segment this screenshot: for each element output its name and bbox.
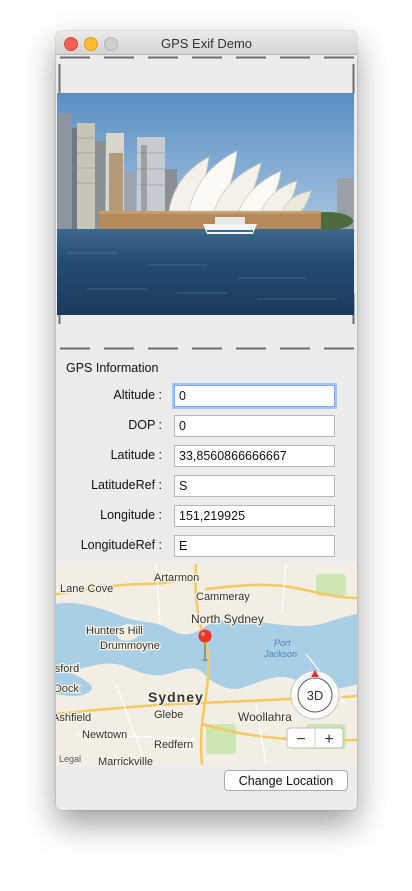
map-label-lane-cove: Lane Cove	[60, 583, 113, 595]
title-bar: GPS Exif Demo	[56, 31, 357, 55]
field-row-altitude: Altitude :	[56, 385, 357, 407]
dop-field[interactable]	[174, 415, 335, 437]
window-title: GPS Exif Demo	[160, 36, 253, 51]
field-row-dop: DOP :	[56, 415, 357, 437]
map-label-woollahra: Woollahra	[238, 710, 292, 724]
zoom-in-button[interactable]: +	[324, 731, 333, 748]
map-label-north-sydney: North Sydney	[191, 612, 264, 626]
latitude-field[interactable]	[174, 445, 335, 467]
svg-text:3D: 3D	[307, 688, 324, 703]
map-label-jackson: Jackson	[263, 649, 297, 659]
longituderef-label: LongitudeRef :	[80, 538, 162, 552]
change-location-button[interactable]: Change Location	[224, 770, 348, 791]
zoom-out-button[interactable]: −	[296, 731, 305, 748]
compass-3d-button[interactable]: 3D	[290, 670, 340, 720]
field-row-latituderef: LatitudeRef :	[56, 475, 357, 497]
altitude-field[interactable]	[174, 385, 335, 407]
map-label-sydney: Sydney	[148, 689, 204, 705]
app-window: GPS Exif Demo GPS Information Altitude:…	[56, 31, 357, 810]
sydney-opera-house-photo	[57, 93, 354, 315]
map-label-ashfield: Ashfield	[56, 712, 91, 724]
map-label-port: Port	[274, 638, 291, 648]
map-label-drummoyne: Drummoyne	[100, 640, 160, 652]
map-label-glebe: Glebe	[154, 709, 183, 721]
longitude-label: Longitude :	[100, 508, 162, 522]
map-label-marrickville: Marrickville	[98, 756, 153, 765]
map-label-artarmon: Artarmon	[154, 572, 199, 584]
longituderef-field[interactable]	[174, 535, 335, 557]
altitude-label: Altitude :	[113, 388, 162, 402]
map-label-abbotsford: Abbotsford	[56, 663, 79, 675]
latituderef-label: LatitudeRef :	[91, 478, 162, 492]
latituderef-field[interactable]	[174, 475, 335, 497]
map-legal-link[interactable]: Legal	[59, 754, 81, 764]
map-view[interactable]: Lane Cove Artarmon Cammeray North Sydney…	[56, 564, 357, 765]
dop-label: DOP :	[128, 418, 162, 432]
field-row-longitude: Longitude :	[56, 505, 357, 527]
gps-information-heading: GPS Information	[66, 361, 159, 375]
longitude-field[interactable]	[174, 505, 335, 527]
map-label-newtown: Newtown	[82, 729, 127, 741]
field-row-longituderef: LongitudeRef :	[56, 535, 357, 557]
map-label-redfern: Redfern	[154, 739, 193, 751]
map-label-hunters-hill: Hunters Hill	[86, 625, 143, 637]
map-label-cammeray: Cammeray	[196, 591, 250, 603]
latitude-label: Latitude :	[110, 448, 162, 462]
map-label-five-dock: Five Dock	[56, 683, 79, 695]
field-row-latitude: Latitude :	[56, 445, 357, 467]
